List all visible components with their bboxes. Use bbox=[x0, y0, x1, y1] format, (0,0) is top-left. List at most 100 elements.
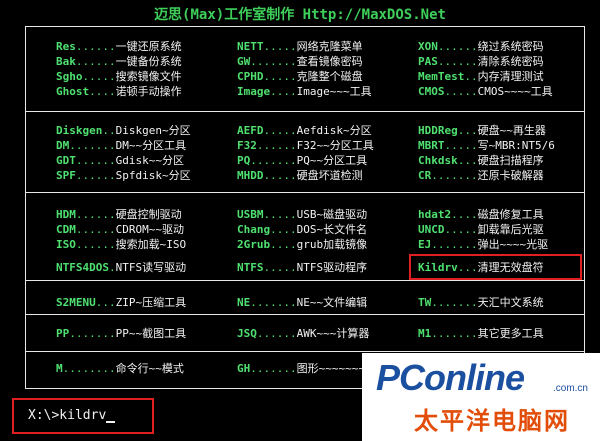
menu-item-hddreg[interactable]: HDDReg...硬盘~~再生器 bbox=[418, 124, 546, 138]
menu-item-dm[interactable]: DM.......DM~~分区工具 bbox=[56, 139, 186, 153]
separator bbox=[26, 314, 584, 315]
menu-item-gdt[interactable]: GDT......Gdisk~~分区 bbox=[56, 154, 184, 168]
menu-item-key: CR bbox=[418, 169, 432, 182]
menu-item-cphd[interactable]: CPHD.....克隆整个磁盘 bbox=[237, 70, 363, 84]
menu-item-key: ISO bbox=[56, 238, 76, 251]
menu-item-key: Chkdsk bbox=[418, 154, 458, 167]
menu-item-mhdd[interactable]: MHDD.....硬盘坏道检测 bbox=[237, 169, 363, 183]
menu-item-desc: Gdisk~~分区 bbox=[115, 154, 184, 167]
menu-item-pq[interactable]: PQ.......PQ~~分区工具 bbox=[237, 154, 367, 168]
menu-item-key: Image bbox=[237, 85, 271, 98]
menu-item-f32[interactable]: F32......F32~~分区工具 bbox=[237, 139, 374, 153]
menu-item-key: MHDD bbox=[237, 169, 264, 182]
menu-item-desc: 网络克隆菜单 bbox=[296, 40, 363, 53]
menu-item-desc: 图形~~~~~~~~ bbox=[296, 362, 372, 375]
menu-item-dots: ....... bbox=[431, 238, 478, 251]
menu-item-diskgen[interactable]: Diskgen..Diskgen~分区 bbox=[56, 124, 191, 138]
menu-item-dots: ........ bbox=[62, 362, 116, 375]
menu-item-desc: 卸载靠后光驱 bbox=[477, 223, 544, 236]
menu-item-key: NE bbox=[237, 296, 251, 309]
menu-item-2grub[interactable]: 2Grub....grub加载镜像 bbox=[237, 238, 367, 252]
menu-item-key: HDM bbox=[56, 208, 76, 221]
menu-item-m[interactable]: M........命令行~~模式 bbox=[56, 362, 184, 376]
menu-item-res[interactable]: Res......一键还原系统 bbox=[56, 40, 182, 54]
menu-item-gw[interactable]: GW.......查看镜像密码 bbox=[237, 55, 363, 69]
menu-item-dots: ...... bbox=[437, 55, 478, 68]
menu-item-desc: F32~~分区工具 bbox=[296, 139, 374, 152]
menu-item-desc: Diskgen~分区 bbox=[115, 124, 191, 137]
menu-item-desc: 一键备份系统 bbox=[115, 55, 182, 68]
menu-item-usbm[interactable]: USBM.....USB~磁盘驱动 bbox=[237, 208, 367, 222]
watermark-cn: 太平洋电脑网 bbox=[414, 408, 570, 435]
watermark-domain: .com.cn bbox=[552, 383, 588, 394]
menu-item-dots: ...... bbox=[256, 139, 297, 152]
menu-item-chkdsk[interactable]: Chkdsk...硬盘扫描程序 bbox=[418, 154, 544, 168]
menu-item-desc: Image~~~工具 bbox=[296, 85, 372, 98]
menu-item-desc: 内存清理测试 bbox=[477, 70, 544, 83]
menu-item-key: PQ bbox=[237, 154, 251, 167]
menu-item-pas[interactable]: PAS......清除系统密码 bbox=[418, 55, 544, 69]
menu-item-key: JSQ bbox=[237, 327, 257, 340]
separator bbox=[26, 111, 584, 112]
menu-item-dots: .. bbox=[102, 124, 116, 137]
menu-item-uncd[interactable]: UNCD.....卸载靠后光驱 bbox=[418, 223, 544, 237]
menu-item-key: USBM bbox=[237, 208, 264, 221]
menu-item-key: CPHD bbox=[237, 70, 264, 83]
menu-item-nett[interactable]: NETT.....网络克隆菜单 bbox=[237, 40, 363, 54]
menu-item-dots: ..... bbox=[444, 85, 478, 98]
menu-item-tw[interactable]: TW.......天汇中文系统 bbox=[418, 296, 544, 310]
menu-item-hdm[interactable]: HDM......硬盘控制驱动 bbox=[56, 208, 182, 222]
menu-item-ej[interactable]: EJ.......弹出~~~~光驱 bbox=[418, 238, 548, 252]
menu-item-key: DM bbox=[56, 139, 70, 152]
menu-item-dots: ...... bbox=[75, 223, 116, 236]
menu-item-ntfs[interactable]: NTFS.....NTFS驱动程序 bbox=[237, 261, 367, 275]
menu-item-m1[interactable]: M1.......其它更多工具 bbox=[418, 327, 544, 341]
menu-item-chang[interactable]: Chang....DOS~长文件名 bbox=[237, 223, 367, 237]
menu-item-dots: ...... bbox=[75, 154, 116, 167]
menu-item-dots: ....... bbox=[431, 169, 478, 182]
menu-item-memtest[interactable]: MemTest..内存清理测试 bbox=[418, 70, 544, 84]
menu-item-cmos[interactable]: CMOS.....CMOS~~~~工具 bbox=[418, 85, 553, 99]
highlight-box-kildrv bbox=[409, 254, 582, 280]
menu-item-image[interactable]: Image....Image~~~工具 bbox=[237, 85, 372, 99]
menu-item-desc: 清除系统密码 bbox=[477, 55, 544, 68]
menu-item-gh[interactable]: GH.......图形~~~~~~~~ bbox=[237, 362, 372, 376]
menu-item-dots: ....... bbox=[431, 327, 478, 340]
menu-item-key: Chang bbox=[237, 223, 271, 236]
menu-item-dots: .... bbox=[451, 208, 478, 221]
menu-item-sgho[interactable]: Sgho.....搜索镜像文件 bbox=[56, 70, 182, 84]
menu-item-desc: 命令行~~模式 bbox=[115, 362, 184, 375]
menu-item-desc: 磁盘修复工具 bbox=[477, 208, 544, 221]
command-prompt[interactable]: X:\>kildrv bbox=[28, 408, 116, 423]
menu-item-dots: .... bbox=[270, 85, 297, 98]
menu-item-dots: ....... bbox=[431, 296, 478, 309]
menu-item-desc: NTFS读写驱动 bbox=[115, 261, 187, 274]
menu-item-aefd[interactable]: AEFD.....Aefdisk~分区 bbox=[237, 124, 372, 138]
menu-item-xon[interactable]: XON......绕过系统密码 bbox=[418, 40, 544, 54]
menu-item-dots: ....... bbox=[69, 327, 116, 340]
menu-item-cdm[interactable]: CDM......CDROM~~驱动 bbox=[56, 223, 184, 237]
menu-item-key: PAS bbox=[418, 55, 438, 68]
menu-item-cr[interactable]: CR.......还原卡破解器 bbox=[418, 169, 544, 183]
menu-item-desc: grub加载镜像 bbox=[296, 238, 368, 251]
menu-item-hdat2[interactable]: hdat2....磁盘修复工具 bbox=[418, 208, 544, 222]
menu-item-iso[interactable]: ISO......搜索加载~ISO bbox=[56, 238, 186, 252]
menu-item-mbrt[interactable]: MBRT.....写~MBR:NT5/6 bbox=[418, 139, 555, 153]
menu-item-desc: 诺顿手动操作 bbox=[115, 85, 182, 98]
menu-item-pp[interactable]: PP.......PP~~截图工具 bbox=[56, 327, 186, 341]
menu-item-key: EJ bbox=[418, 238, 432, 251]
menu-item-ne[interactable]: NE.......NE~~文件编辑 bbox=[237, 296, 367, 310]
menu-item-s2menu[interactable]: S2MENU...ZIP~压缩工具 bbox=[56, 296, 186, 310]
menu-item-ntfs4dos[interactable]: NTFS4DOS.NTFS读写驱动 bbox=[56, 261, 186, 275]
menu-item-dots: ..... bbox=[263, 40, 297, 53]
menu-item-spf[interactable]: SPF......Spfdisk~分区 bbox=[56, 169, 191, 183]
page-title: 迈思(Max)工作室制作 Http://MaxDOS.Net bbox=[154, 7, 446, 23]
menu-item-dots: ..... bbox=[82, 70, 116, 83]
menu-item-jsq[interactable]: JSQ......AWK~~~计算器 bbox=[237, 327, 369, 341]
menu-item-dots: . bbox=[108, 261, 116, 274]
menu-item-ghost[interactable]: Ghost....诺顿手动操作 bbox=[56, 85, 182, 99]
menu-item-key: CMOS bbox=[418, 85, 445, 98]
menu-item-bak[interactable]: Bak......一键备份系统 bbox=[56, 55, 182, 69]
menu-item-dots: ..... bbox=[263, 124, 297, 137]
menu-item-desc: NTFS驱动程序 bbox=[296, 261, 368, 274]
